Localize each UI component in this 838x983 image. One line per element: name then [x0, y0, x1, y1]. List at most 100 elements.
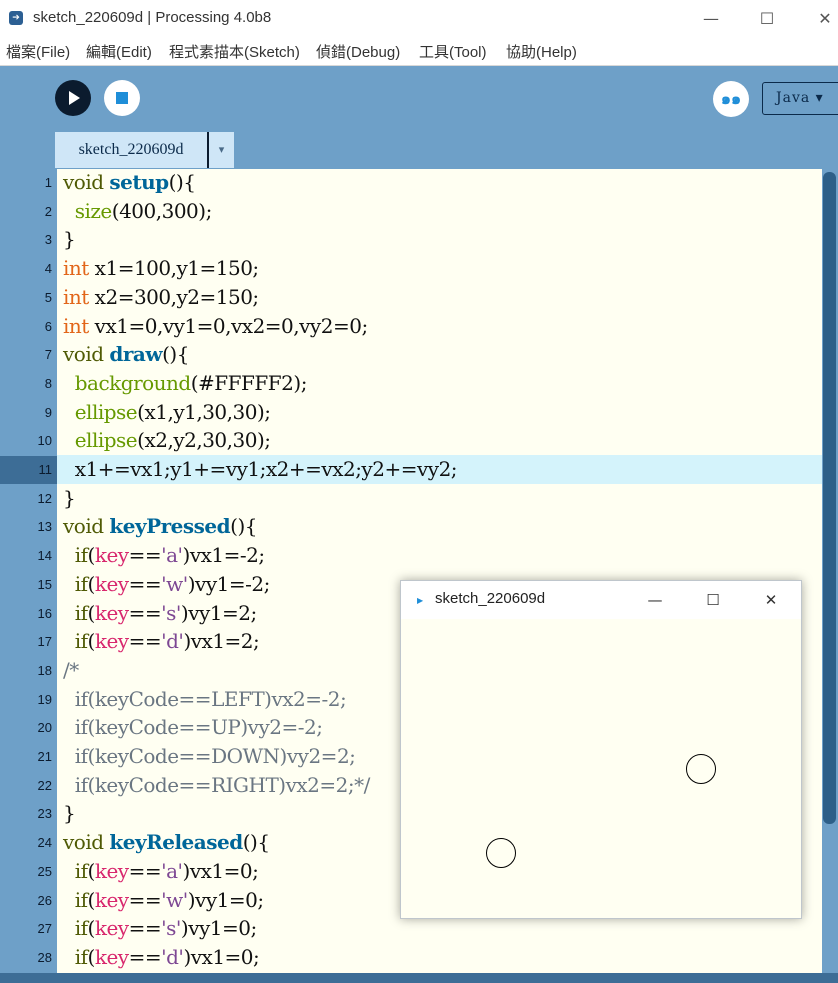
- code-text: background(#FFFFF2);: [74, 370, 308, 395]
- sketch-minimize-button[interactable]: —: [626, 581, 684, 619]
- line-number: 2: [44, 203, 52, 219]
- status-strip: [0, 973, 838, 983]
- line-number: 6: [44, 318, 52, 334]
- sketch-close-button[interactable]: ✕: [742, 581, 800, 619]
- tab-sketch[interactable]: sketch_220609d: [55, 132, 207, 168]
- code-text: int x2=300,y2=150;: [63, 284, 259, 309]
- line-number: 25: [37, 863, 52, 879]
- code-text: size(400,300);: [74, 198, 213, 223]
- line-number: 5: [44, 289, 52, 305]
- line-number: 15: [37, 576, 52, 592]
- code-text: /*: [63, 657, 79, 682]
- line-number: 28: [37, 949, 52, 965]
- line-number: 23: [37, 806, 52, 822]
- ellipse-player-1: [486, 838, 516, 868]
- code-text: if(keyCode==DOWN)vy2=2;: [63, 744, 356, 768]
- line-number: 21: [37, 749, 52, 764]
- code-line[interactable]: int vx1=0,vy1=0,vx2=0,vy2=0;: [57, 312, 822, 341]
- code-text: int vx1=0,vy1=0,vx2=0,vy2=0;: [63, 313, 368, 338]
- menu-edit[interactable]: 編輯(Edit): [86, 41, 152, 62]
- line-number: 4: [44, 261, 52, 277]
- code-line[interactable]: ellipse(x1,y1,30,30);: [57, 398, 822, 427]
- line-number: 13: [37, 519, 52, 535]
- sketch-output-window[interactable]: ▶ sketch_220609d — ☐ ✕: [400, 580, 802, 919]
- code-line[interactable]: void setup(){: [57, 169, 822, 197]
- code-text: }: [63, 485, 76, 510]
- line-number: 16: [37, 605, 52, 621]
- line-number: 3: [44, 232, 52, 248]
- line-number: 19: [37, 691, 52, 707]
- code-text: if(keyCode==RIGHT)vx2=2;*/: [63, 772, 371, 797]
- line-number: 7: [44, 347, 52, 363]
- code-text: ellipse(x2,y2,30,30);: [74, 428, 271, 453]
- code-line[interactable]: void draw(){: [57, 340, 822, 369]
- code-text: if(keyCode==UP)vy2=-2;: [63, 715, 323, 740]
- code-text: if(key=='w')vy1=-2;: [74, 571, 271, 596]
- line-number: 20: [37, 720, 52, 736]
- code-line[interactable]: size(400,300);: [57, 197, 822, 226]
- line-number: 1: [44, 175, 52, 190]
- code-line[interactable]: void keyPressed(){: [57, 512, 822, 541]
- code-text: if(key=='s')vy1=2;: [74, 600, 258, 625]
- editor-scrollbar[interactable]: [823, 172, 836, 824]
- line-number: 9: [44, 404, 52, 420]
- menu-file[interactable]: 檔案(File): [6, 41, 70, 62]
- menu-tool[interactable]: 工具(Tool): [419, 41, 487, 62]
- code-line[interactable]: if(key=='d')vx1=0;: [57, 943, 822, 972]
- stop-button[interactable]: [104, 80, 140, 116]
- maximize-button[interactable]: ☐: [738, 0, 796, 36]
- code-text: }: [63, 801, 76, 826]
- minimize-button[interactable]: —: [682, 0, 740, 36]
- line-number: 14: [37, 548, 52, 564]
- code-text: if(key=='d')vx1=2;: [74, 629, 260, 654]
- line-number: 26: [37, 892, 52, 908]
- code-text: void keyPressed(){: [63, 514, 257, 539]
- processing-app-icon: ➔: [9, 11, 23, 25]
- code-text: void setup(){: [63, 170, 196, 194]
- code-line[interactable]: }: [57, 225, 822, 254]
- run-button[interactable]: [55, 80, 91, 116]
- code-text: if(key=='d')vx1=0;: [74, 944, 260, 969]
- code-line[interactable]: int x1=100,y1=150;: [57, 254, 822, 283]
- code-text: void keyReleased(){: [63, 830, 270, 855]
- code-line[interactable]: }: [57, 484, 822, 513]
- code-text: if(keyCode==LEFT)vx2=-2;: [63, 686, 347, 711]
- code-text: if(key=='w')vy1=0;: [74, 887, 264, 912]
- mode-selector[interactable]: Java ▾: [762, 82, 838, 115]
- code-text: ellipse(x1,y1,30,30);: [74, 399, 271, 424]
- menu-help[interactable]: 協助(Help): [506, 41, 577, 62]
- code-line[interactable]: x1+=vx1;y1+=vy1;x2+=vx2;y2+=vy2;: [57, 455, 822, 484]
- line-number: 10: [37, 433, 52, 449]
- code-line[interactable]: ellipse(x2,y2,30,30);: [57, 426, 822, 455]
- line-number: 11: [38, 462, 53, 477]
- line-number: 27: [37, 921, 52, 937]
- code-text: void draw(){: [63, 342, 189, 367]
- sketch-maximize-button[interactable]: ☐: [684, 581, 742, 619]
- line-number: 18: [37, 662, 52, 678]
- code-text: int x1=100,y1=150;: [63, 256, 259, 281]
- ellipse-player-2: [686, 754, 716, 784]
- code-text: if(key=='a')vx1=-2;: [74, 543, 265, 568]
- sketch-title-bar: ▶ sketch_220609d — ☐ ✕: [401, 581, 801, 619]
- code-text: x1+=vx1;y1+=vy1;x2+=vx2;y2+=vy2;: [63, 457, 458, 481]
- code-text: if(key=='a')vx1=0;: [74, 858, 259, 883]
- debug-button[interactable]: ๑๑: [713, 81, 749, 117]
- close-button[interactable]: ✕: [796, 0, 838, 36]
- sketch-window-icon: ▶: [417, 596, 424, 605]
- menu-bar: 檔案(File) 編輯(Edit) 程式素描本(Sketch) 偵錯(Debug…: [0, 36, 838, 66]
- title-bar: ➔ sketch_220609d | Processing 4.0b8 — ☐ …: [0, 0, 838, 36]
- code-line[interactable]: background(#FFFFF2);: [57, 369, 822, 398]
- line-number: 17: [37, 634, 52, 650]
- line-number: 8: [44, 375, 52, 391]
- menu-sketch[interactable]: 程式素描本(Sketch): [169, 41, 300, 62]
- code-line[interactable]: if(key=='a')vx1=-2;: [57, 541, 822, 570]
- tab-menu-button[interactable]: ▾: [209, 132, 234, 168]
- sketch-window-title: sketch_220609d: [435, 590, 546, 607]
- line-number: 22: [37, 777, 52, 793]
- menu-debug[interactable]: 偵錯(Debug): [316, 41, 400, 62]
- line-number: 12: [37, 490, 52, 506]
- code-text: if(key=='s')vy1=0;: [74, 916, 258, 941]
- code-text: }: [63, 227, 76, 252]
- code-line[interactable]: int x2=300,y2=150;: [57, 283, 822, 312]
- window-title: sketch_220609d | Processing 4.0b8: [33, 9, 272, 26]
